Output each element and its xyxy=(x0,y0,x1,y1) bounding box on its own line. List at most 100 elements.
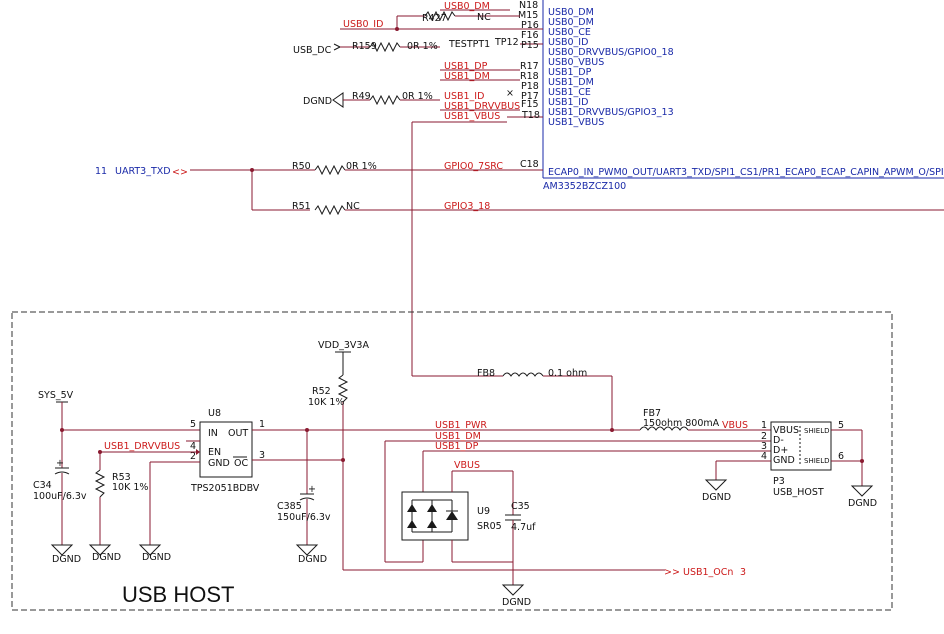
c35-ref: C35 xyxy=(511,501,530,512)
p3-gnd: GND xyxy=(773,455,795,466)
c35-val: 4.7uf xyxy=(511,522,536,533)
u8-pin-out: OUT xyxy=(228,428,248,439)
c385-ref: C385 xyxy=(277,501,302,512)
net-usb1-vbus-top: USB1_VBUS xyxy=(444,111,500,122)
usb-host-title: USB HOST xyxy=(122,582,234,607)
p3-pin6: 6 xyxy=(838,451,844,462)
soc-pin-p15: P15 xyxy=(521,40,539,51)
u8-pin-gnd: GND xyxy=(208,458,230,469)
u8-pin-in: IN xyxy=(208,428,218,439)
tp12-label: TP12 xyxy=(494,37,519,48)
soc-sig-c18: ECAP0_IN_PWM0_OUT/UART3_TXD/SPI1_CS1/PR1… xyxy=(548,167,944,178)
dgnd-c34-label: DGND xyxy=(52,554,81,565)
u8-pin-en: EN xyxy=(208,447,221,458)
net-gpio3-18: GPIO3_18 xyxy=(444,201,490,212)
net-usb-dc-label: USB_DC xyxy=(293,45,332,56)
u9-sr05-tvs[interactable]: U9 SR05 xyxy=(401,491,502,541)
sys5v-label: SYS_5V xyxy=(38,390,74,401)
r52-ref: R52 xyxy=(312,386,331,397)
r52-val: 10K 1% xyxy=(308,397,344,408)
soc-sig-usb1-vbus: USB1_VBUS xyxy=(548,117,604,128)
fb8-ferrite[interactable]: FB8 0.1 ohm xyxy=(477,368,612,379)
c385-capacitor[interactable]: + C385 150uF/6.3v xyxy=(277,430,331,545)
dgnd-shield-label: DGND xyxy=(848,498,877,509)
u9-part: SR05 xyxy=(477,521,502,532)
p3-shield-bottom: SHIELD xyxy=(804,457,829,465)
soc-pin-c18: C18 xyxy=(520,159,539,170)
r159-resistor[interactable]: USB_DC R159 0R 1% xyxy=(293,41,440,56)
p3-shield-top: SHIELD xyxy=(804,427,829,435)
net-usb0-id-label: USB0_ID xyxy=(343,19,383,30)
nc-x-marker: × xyxy=(506,88,514,99)
vdd-label: VDD_3V3A xyxy=(318,340,369,351)
fb8-val: 0.1 ohm xyxy=(548,368,587,379)
r427-val: NC xyxy=(477,12,491,23)
dgnd-r49-label: DGND xyxy=(303,96,332,107)
p3-pin5: 5 xyxy=(838,420,844,431)
u8-part: TPS2051BDBV xyxy=(190,483,260,494)
c385-plus: + xyxy=(308,484,316,495)
net-usb1-ocn-num: 3 xyxy=(740,567,746,578)
dgnd-c385: DGND xyxy=(295,544,327,565)
net-vbus-u9: VBUS xyxy=(454,460,480,471)
c34-ref: C34 xyxy=(33,480,52,491)
u8-pin3: 3 xyxy=(259,450,265,461)
c34-val: 100uF/6.3v xyxy=(33,491,87,502)
uart3-num: 11 xyxy=(95,166,107,177)
dgnd-r53-label: DGND xyxy=(92,552,121,563)
fb7-val: 150ohm 800mA xyxy=(643,418,720,429)
u8-pin2: 2 xyxy=(190,451,196,462)
net-usb1-pwr: USB1_PWR xyxy=(435,420,487,431)
c34-capacitor[interactable]: + C34 100uF/6.3v xyxy=(33,430,87,545)
p3-pin1: 1 xyxy=(761,420,767,431)
dgnd-c35: DGND xyxy=(501,584,531,608)
dgnd-u8: DGND xyxy=(138,544,171,563)
r49-ref: R49 xyxy=(352,91,371,102)
r53-val: 10K 1% xyxy=(112,482,148,493)
u8-pin5: 5 xyxy=(190,419,196,430)
net-vbus: VBUS xyxy=(722,420,748,431)
r51-ref: R51 xyxy=(292,201,311,212)
uart3-txd-port[interactable]: 11 UART3_TXD <> xyxy=(95,166,188,178)
r49-val: 0R 1% xyxy=(402,91,433,102)
ocn-port-arrow: >> xyxy=(664,567,680,578)
r49-resistor[interactable]: DGND R49 0R 1% xyxy=(303,91,440,108)
uart3-port-arrow: <> xyxy=(172,167,188,178)
soc-part-number: AM3352BZCZ100 xyxy=(543,181,626,192)
dgnd-c35-label: DGND xyxy=(502,597,531,608)
uart3-txd-label: UART3_TXD xyxy=(115,166,171,177)
u8-tps2051[interactable]: U8 IN OUT EN GND OC 5 4 2 1 3 TPS2051BDB… xyxy=(190,408,265,494)
dgnd-r53: DGND xyxy=(88,544,121,563)
u8-pin-oc: OC xyxy=(234,458,248,469)
r427-ref: R427 xyxy=(422,13,447,24)
u8-ref: U8 xyxy=(208,408,221,419)
c385-val: 150uF/6.3v xyxy=(277,512,331,523)
r159-val: 0R 1% xyxy=(407,41,438,52)
dgnd-p3-label: DGND xyxy=(702,492,731,503)
net-usb1-dp-bottom: USB1_DP xyxy=(435,441,479,452)
net-usb1-drvvbus-bottom: USB1_DRVVBUS xyxy=(104,441,180,452)
r51-val: NC xyxy=(346,201,360,212)
dgnd-c34: DGND xyxy=(50,544,81,565)
schematic-canvas: N18 M15 P16 F16 TESTPT1 TP12 P15 R17 R18… xyxy=(0,0,944,634)
net-gpio0-7src: GPIO0_7SRC xyxy=(444,161,503,172)
r52-resistor[interactable]: VDD_3V3A R52 10K 1% xyxy=(308,340,369,570)
testpt1-label: TESTPT1 xyxy=(448,39,490,50)
r50-ref: R50 xyxy=(292,161,311,172)
soc-pin-f15: F15 xyxy=(521,99,539,110)
net-usb1-ocn: USB1_OCn xyxy=(683,567,733,578)
r51-resistor[interactable]: R51 NC xyxy=(292,201,944,216)
dgnd-u8-label: DGND xyxy=(142,552,171,563)
dgnd-shield: DGND xyxy=(848,485,877,509)
fb8-ref: FB8 xyxy=(477,368,495,379)
dgnd-p3: DGND xyxy=(702,479,731,503)
dgnd-c385-label: DGND xyxy=(298,554,327,565)
r53-resistor[interactable]: R53 10K 1% xyxy=(94,452,148,545)
schematic-svg: N18 M15 P16 F16 TESTPT1 TP12 P15 R17 R18… xyxy=(11,0,944,611)
p3-usb-host-connector[interactable]: VBUS D- D+ GND SHIELD SHIELD 1 2 3 4 5 6… xyxy=(761,420,844,498)
p3-pin4: 4 xyxy=(761,451,767,462)
p3-ref: P3 xyxy=(773,476,785,487)
r50-val: 0R 1% xyxy=(346,161,377,172)
p3-part: USB_HOST xyxy=(773,487,824,498)
u8-pin1: 1 xyxy=(259,419,265,430)
